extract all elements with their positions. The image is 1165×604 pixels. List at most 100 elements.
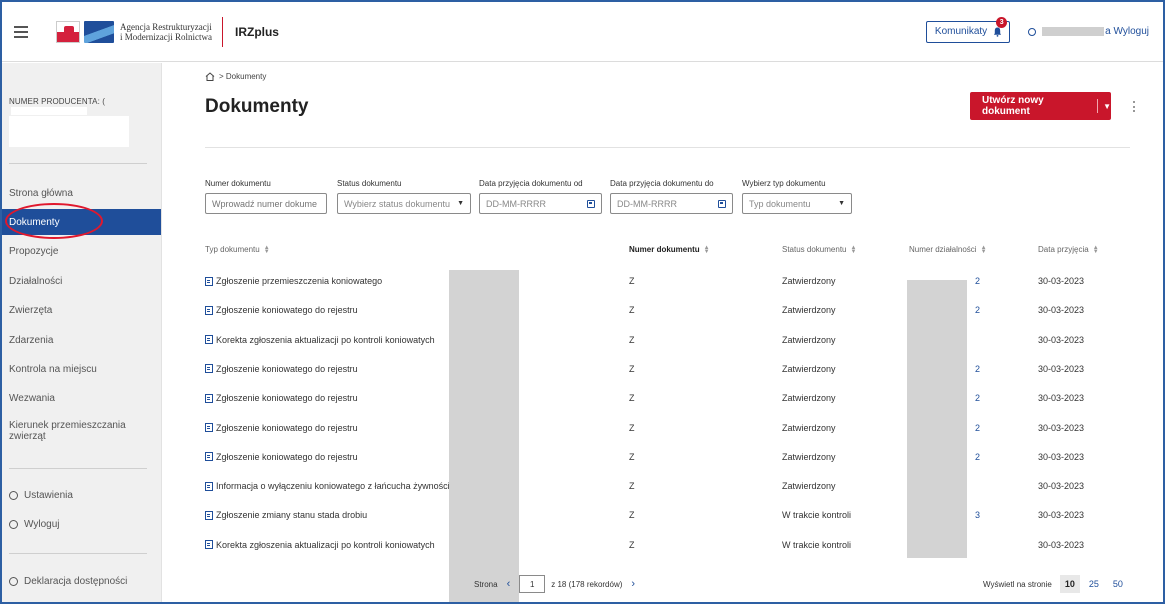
breadcrumb: > Dokumenty — [205, 72, 266, 81]
sidebar-item-label: Propozycje — [9, 245, 59, 257]
table-row[interactable]: Zgłoszenie koniowatego do rejestru Z Zatwi… — [205, 296, 1130, 325]
column-header-typ[interactable]: Typ dokumentu ▲ ▼ — [205, 245, 270, 255]
header-actions: Komunikaty 3 a Wyloguj — [925, 16, 1149, 43]
document-type-link[interactable]: Zgłoszenie przemieszczenia koniowatego — [205, 276, 382, 286]
column-header-status[interactable]: Status dokumentu ▲ ▼ — [782, 245, 856, 255]
document-type-text: Informacja o wyłączeniu koniowatego z ła… — [216, 481, 477, 492]
next-page-icon[interactable]: › — [631, 578, 635, 590]
document-type-link[interactable]: Zgłoszenie koniowatego do rejestru — [205, 305, 358, 315]
document-type-link[interactable]: Zgłoszenie zmiany stanu stada drobiu — [205, 510, 367, 520]
table-row[interactable]: Zgłoszenie koniowatego do rejestru Z Zatwi… — [205, 414, 1130, 443]
home-icon[interactable] — [205, 72, 215, 81]
activity-number-cell[interactable]: 2 — [975, 452, 980, 462]
filter-label: Data przyjęcia dokumentu do — [610, 179, 714, 188]
page-size-50[interactable]: 50 — [1108, 575, 1128, 593]
document-number-input[interactable] — [205, 193, 327, 214]
notification-badge: 3 — [996, 16, 1008, 28]
user-logout-link[interactable]: a Wyloguj — [1028, 26, 1149, 37]
column-label: Numer dokumentu — [629, 245, 700, 254]
date-cell: 30-03-2023 — [1038, 334, 1085, 345]
sidebar-item-propozycje[interactable]: Propozycje — [2, 238, 161, 264]
document-number-cell: Z — [629, 276, 635, 286]
table-row[interactable]: Zgłoszenie zmiany stanu stada drobiu Z W t… — [205, 501, 1130, 530]
document-type-link[interactable]: Zgłoszenie koniowatego do rejestru — [205, 452, 358, 462]
activity-number-cell[interactable]: 3 — [975, 510, 980, 520]
activity-number-cell[interactable]: 2 — [975, 276, 980, 286]
date-to-placeholder: DD-MM-RRRR — [617, 198, 677, 209]
table-row[interactable]: Informacja o wyłączeniu koniowatego z ła… — [205, 472, 1130, 501]
filter-date-from: Data przyjęcia dokumentu od DD-MM-RRRR — [479, 179, 602, 214]
sidebar-item-label: Kierunek przemieszczania zwierząt — [9, 420, 126, 442]
document-type-text: Zgłoszenie zmiany stanu stada drobiu — [216, 510, 368, 521]
table-row[interactable]: Zgłoszenie koniowatego do rejestru Z Zatwi… — [205, 384, 1130, 413]
document-type-link[interactable]: Zgłoszenie koniowatego do rejestru — [205, 393, 358, 403]
table-row[interactable]: Zgłoszenie przemieszczenia koniowatego Z Z… — [205, 267, 1130, 296]
sidebar-item-kontrola[interactable]: Kontrola na miejscu — [2, 356, 161, 382]
date-from-input[interactable]: DD-MM-RRRR — [479, 193, 602, 214]
sidebar-item-label: Zwierzęta — [9, 304, 53, 316]
activity-number-cell[interactable]: 2 — [975, 423, 980, 433]
menu-icon[interactable] — [14, 25, 28, 38]
activity-number-cell[interactable]: 2 — [975, 364, 980, 374]
sidebar-item-label: Ustawienia — [24, 489, 73, 501]
calendar-icon[interactable] — [718, 199, 726, 208]
sidebar-item-kierunek[interactable]: Kierunek przemieszczania zwierząt — [2, 418, 142, 450]
document-icon — [205, 305, 213, 315]
sidebar-item-strona-glowna[interactable]: Strona główna — [2, 180, 161, 206]
sidebar-item-wezwania[interactable]: Wezwania — [2, 385, 161, 411]
column-header-dzialalnosc[interactable]: Numer działalności ▲ ▼ — [909, 245, 987, 255]
column-header-numer[interactable]: Numer dokumentu ▲ ▼ — [629, 245, 710, 255]
table-row[interactable]: Korekta zgłoszenia aktualizacji po kontr… — [205, 326, 1130, 355]
producer-details-redacted — [9, 116, 129, 147]
document-type-link[interactable]: Zgłoszenie koniowatego do rejestru — [205, 364, 358, 374]
chevron-down-icon[interactable]: ▼ — [1103, 102, 1111, 111]
sidebar-item-deklaracja[interactable]: Deklaracja dostępności — [2, 568, 161, 594]
document-type-link[interactable]: Zgłoszenie koniowatego do rejestru — [205, 423, 358, 433]
table-row[interactable]: Zgłoszenie koniowatego do rejestru Z Zatwi… — [205, 443, 1130, 472]
status-cell: W trakcie kontroli — [782, 510, 852, 521]
document-type-link[interactable]: Informacja o wyłączeniu koniowatego z ła… — [205, 481, 476, 491]
document-number-cell: Z — [629, 334, 635, 345]
prev-page-icon[interactable]: ‹ — [507, 578, 511, 590]
sidebar-item-ustawienia[interactable]: Ustawienia — [2, 482, 161, 508]
page-size-25[interactable]: 25 — [1084, 575, 1104, 593]
sidebar-item-label: Wyloguj — [24, 518, 60, 530]
document-icon — [205, 481, 213, 491]
document-number-cell: Z — [629, 481, 635, 492]
document-type-link[interactable]: Korekta zgłoszenia aktualizacji po kontr… — [205, 335, 435, 345]
document-icon — [205, 393, 213, 403]
page-size-10[interactable]: 10 — [1059, 575, 1080, 593]
date-cell: 30-03-2023 — [1038, 451, 1085, 462]
page-number-input[interactable]: 1 — [519, 575, 546, 593]
status-select[interactable]: Wybierz status dokumentu ▼ — [337, 193, 471, 214]
sidebar-item-dzialalnosci[interactable]: Działalności — [2, 268, 161, 294]
calendar-icon[interactable] — [587, 199, 595, 208]
date-to-input[interactable]: DD-MM-RRRR — [610, 193, 733, 214]
komunikaty-button[interactable]: Komunikaty 3 — [925, 16, 1011, 43]
document-type-select[interactable]: Typ dokumentu ▼ — [742, 193, 852, 214]
sidebar-item-zwierzeta[interactable]: Zwierzęta — [2, 297, 161, 323]
button-separator — [1097, 99, 1099, 113]
document-number-cell: Z — [629, 422, 635, 433]
create-document-label: Utwórz nowy dokument — [982, 95, 1044, 117]
sidebar-item-label: Strona główna — [9, 187, 73, 199]
caret-down-icon: ▼ — [457, 200, 464, 207]
document-type-text: Zgłoszenie przemieszczenia koniowatego — [216, 276, 383, 286]
sidebar-item-zdarzenia[interactable]: Zdarzenia — [2, 327, 161, 353]
table-row[interactable]: Korekta zgłoszenia aktualizacji po kontr… — [205, 531, 1130, 560]
column-header-data[interactable]: Data przyjęcia ▲ ▼ — [1038, 245, 1099, 255]
filter-status: Status dokumentu Wybierz status dokument… — [337, 179, 471, 214]
agency-logo[interactable]: Agencja Restrukturyzacji i Modernizacji … — [56, 20, 212, 43]
document-type-link[interactable]: Korekta zgłoszenia aktualizacji po kontr… — [205, 540, 435, 550]
sidebar-item-dokumenty[interactable]: Dokumenty — [2, 209, 161, 235]
create-document-button[interactable]: Utwórz nowy dokument ▼ — [970, 92, 1111, 120]
activity-number-cell[interactable]: 2 — [975, 393, 980, 403]
table-row[interactable]: Zgłoszenie koniowatego do rejestru Z Zatwi… — [205, 355, 1130, 384]
activity-number-cell[interactable]: 2 — [975, 305, 980, 315]
breadcrumb-current: > Dokumenty — [219, 72, 267, 81]
top-bar: Agencja Restrukturyzacji i Modernizacji … — [2, 2, 1163, 62]
more-options-icon[interactable] — [1133, 101, 1136, 112]
date-cell: 30-03-2023 — [1038, 393, 1085, 404]
filter-typ: Wybierz typ dokumentu Typ dokumentu ▼ — [742, 179, 852, 214]
sidebar-item-wyloguj[interactable]: Wyloguj — [2, 511, 161, 537]
